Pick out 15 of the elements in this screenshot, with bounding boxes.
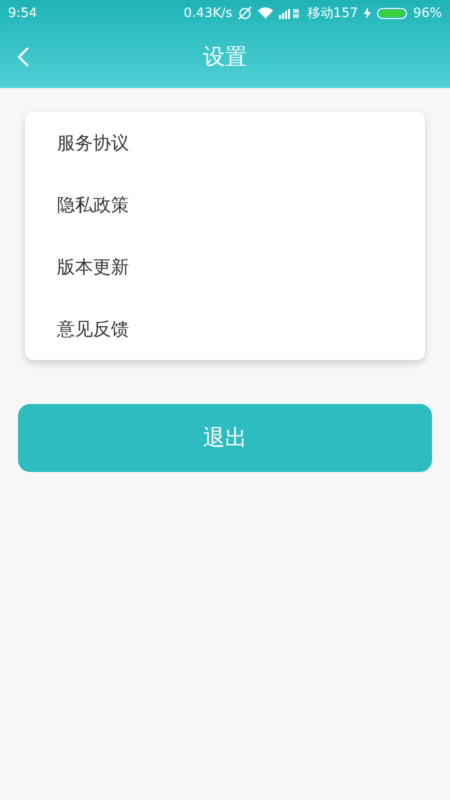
alarm-off-icon [238, 6, 252, 20]
signal-icon [279, 7, 302, 19]
menu-item[interactable]: 意见反馈 [25, 298, 425, 360]
wifi-icon [258, 7, 274, 19]
back-icon[interactable] [16, 46, 30, 68]
network-speed: 0.43K/s [184, 6, 232, 20]
menu-item[interactable]: 版本更新 [25, 236, 425, 298]
clock: 9:54 [8, 6, 38, 20]
menu-item[interactable]: 服务协议 [25, 112, 425, 174]
menu-item[interactable]: 隐私政策 [25, 174, 425, 236]
page-title: 设置 [203, 44, 247, 72]
carrier-name: 移动157 [307, 5, 358, 22]
charging-icon [364, 7, 372, 19]
battery-percent: 96% [413, 6, 442, 20]
battery-icon [377, 8, 408, 18]
